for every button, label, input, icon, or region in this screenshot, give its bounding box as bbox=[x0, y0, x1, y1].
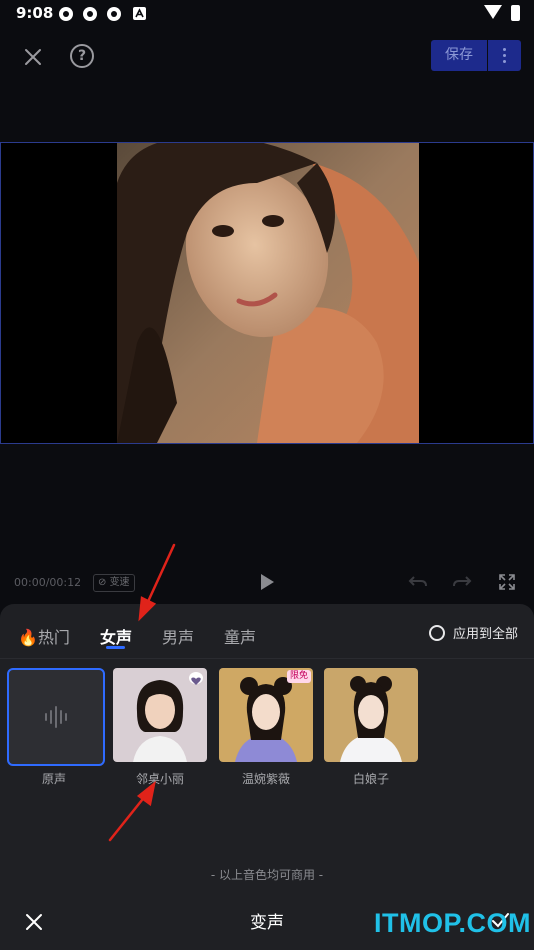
tab-child[interactable]: 童声 bbox=[224, 624, 256, 648]
divider bbox=[0, 658, 534, 659]
voice-card-wenwan-ziwei[interactable]: 限免 bbox=[219, 668, 313, 762]
active-tab-indicator bbox=[106, 646, 125, 649]
a-notification-icon bbox=[133, 7, 146, 20]
apply-to-all-toggle[interactable]: 应用到全部 bbox=[428, 623, 518, 642]
undo-icon[interactable] bbox=[408, 574, 428, 590]
voice-card-original[interactable] bbox=[7, 668, 105, 766]
radio-icon bbox=[428, 624, 445, 641]
annotation-arrow-tab bbox=[144, 543, 176, 608]
voice-card-bai-niangzi[interactable] bbox=[324, 668, 418, 762]
time-readout: 00:00/00:12 bbox=[14, 576, 82, 589]
redo-icon[interactable] bbox=[452, 574, 472, 590]
status-bar: 9:08 bbox=[0, 0, 534, 28]
voice-changer-panel: 🔥热门 女声 男声 童声 应用到全部 原声 邻桌小丽 限免 温婉紫薇 白娘子 -… bbox=[0, 604, 534, 950]
app-notification-icon bbox=[83, 7, 97, 21]
app-notification-icon bbox=[107, 7, 121, 21]
speed-icon: ⊘ bbox=[98, 577, 110, 588]
voice-label-wenwan-ziwei: 温婉紫薇 bbox=[241, 772, 290, 786]
more-options-icon[interactable] bbox=[488, 40, 521, 71]
battery-icon bbox=[511, 5, 520, 21]
video-preview[interactable] bbox=[0, 142, 534, 444]
fullscreen-icon[interactable] bbox=[498, 573, 516, 591]
app-notification-icon bbox=[59, 7, 73, 21]
commercial-use-note: - 以上音色均可商用 - bbox=[210, 868, 324, 882]
close-icon[interactable] bbox=[20, 44, 46, 70]
watermark: ITMOP.COM bbox=[374, 908, 532, 938]
speed-label: 变速 bbox=[109, 577, 130, 588]
voice-avatar-image bbox=[324, 668, 418, 762]
tab-male[interactable]: 男声 bbox=[162, 624, 194, 648]
favorite-badge-icon bbox=[189, 672, 203, 685]
wifi-icon bbox=[484, 5, 502, 19]
video-frame-image bbox=[117, 143, 419, 443]
voice-label-bai-niangzi: 白娘子 bbox=[352, 772, 389, 786]
voice-label-original: 原声 bbox=[41, 772, 66, 786]
help-icon[interactable]: ? bbox=[70, 44, 94, 68]
limited-free-badge: 限免 bbox=[286, 670, 311, 683]
apply-to-all-label: 应用到全部 bbox=[452, 627, 518, 642]
tab-hot[interactable]: 🔥热门 bbox=[18, 624, 70, 648]
save-button[interactable]: 保存 bbox=[431, 40, 487, 71]
status-time: 9:08 bbox=[16, 4, 54, 22]
speed-button[interactable]: ⊘ 变速 bbox=[93, 574, 135, 592]
play-icon[interactable] bbox=[261, 574, 274, 590]
waveform-icon bbox=[45, 706, 67, 728]
voice-label-neighbor-xiaoli: 邻桌小丽 bbox=[135, 772, 184, 786]
voice-card-neighbor-xiaoli[interactable] bbox=[113, 668, 207, 762]
tab-female[interactable]: 女声 bbox=[100, 624, 132, 648]
